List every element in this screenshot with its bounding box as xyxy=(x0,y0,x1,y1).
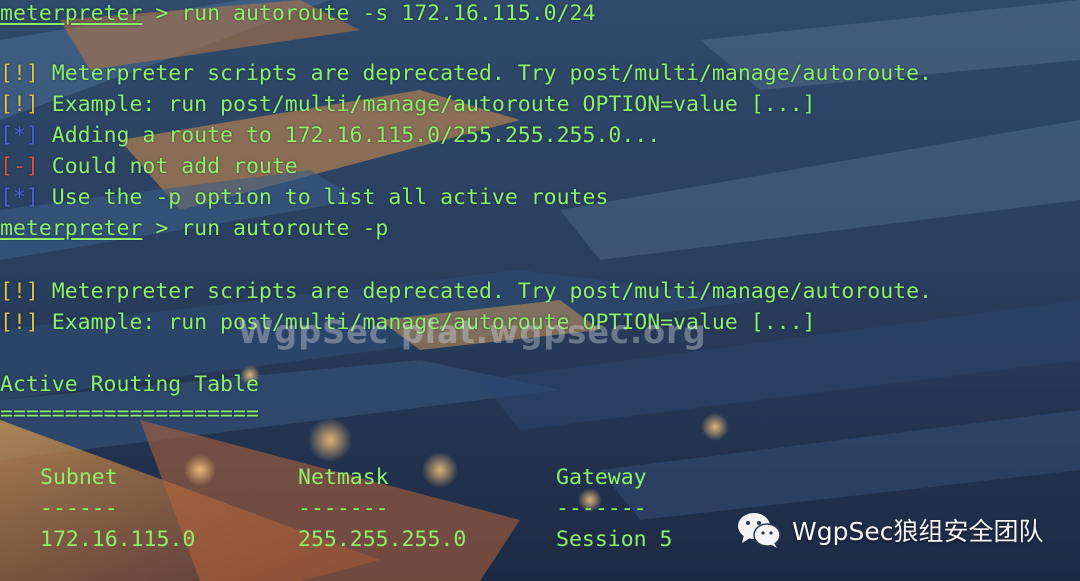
error-tag: [-] xyxy=(0,154,39,179)
terminal-line-info: [*] Use the -p option to list all active… xyxy=(0,184,608,212)
line-text: Example: run post/multi/manage/autoroute… xyxy=(38,92,816,117)
line-text: ==================== xyxy=(0,401,259,426)
warning-tag: [!] xyxy=(0,61,39,86)
table-cell-gateway: Session 5 xyxy=(556,527,673,552)
column-separator: ------- xyxy=(556,496,647,521)
terminal-output: meterpreter > run autoroute -s 172.16.11… xyxy=(0,0,1080,581)
wechat-icon xyxy=(738,513,781,548)
command-text: > run autoroute -p xyxy=(142,216,389,241)
column-separator: ------- xyxy=(298,496,389,521)
table-cell-subnet: 172.16.115.0 xyxy=(40,527,196,552)
warning-tag: [!] xyxy=(0,279,39,304)
watermark: WgpSec plat.wgpsec.org xyxy=(238,313,707,351)
column-header-gateway: Gateway xyxy=(556,465,647,490)
table-cell-netmask: 255.255.255.0 xyxy=(298,527,467,552)
terminal-line-command: meterpreter > run autoroute -p xyxy=(0,215,388,243)
line-text: Meterpreter scripts are deprecated. Try … xyxy=(38,279,932,304)
prompt: meterpreter xyxy=(0,1,143,26)
terminal-line-command: meterpreter > run autoroute -s 172.16.11… xyxy=(0,0,595,28)
routing-table-underline: ==================== xyxy=(0,400,259,428)
warning-tag: [!] xyxy=(0,92,39,117)
column-header-subnet: Subnet xyxy=(40,465,118,490)
routing-table-title: Active Routing Table xyxy=(0,371,259,399)
column-separator: ------ xyxy=(40,496,118,521)
line-text: Use the -p option to list all active rou… xyxy=(38,185,609,210)
line-text: Active Routing Table xyxy=(0,372,259,397)
column-header-netmask: Netmask xyxy=(298,465,389,490)
line-text: Adding a route to 172.16.115.0/255.255.2… xyxy=(38,123,661,148)
brand-name: WgpSec狼组安全团队 xyxy=(792,517,1044,546)
line-text: Could not add route xyxy=(38,154,298,179)
terminal-line-warning: [!] Meterpreter scripts are deprecated. … xyxy=(0,278,932,306)
terminal-line-warning: [!] Meterpreter scripts are deprecated. … xyxy=(0,60,932,88)
wechat-brand-label: WgpSec狼组安全团队 xyxy=(736,510,1043,550)
terminal-line-error: [-] Could not add route xyxy=(0,153,298,181)
terminal-line-warning: [!] Example: run post/multi/manage/autor… xyxy=(0,91,816,119)
terminal-line-info: [*] Adding a route to 172.16.115.0/255.2… xyxy=(0,122,660,150)
command-text: > run autoroute -s 172.16.115.0/24 xyxy=(142,1,596,26)
info-tag: [*] xyxy=(0,123,39,148)
info-tag: [*] xyxy=(0,185,39,210)
prompt: meterpreter xyxy=(0,216,143,241)
warning-tag: [!] xyxy=(0,310,39,335)
line-text: Meterpreter scripts are deprecated. Try … xyxy=(38,61,932,86)
